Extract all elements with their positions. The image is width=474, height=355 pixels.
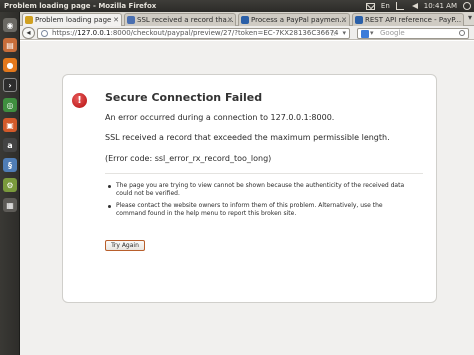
power-icon[interactable] xyxy=(463,2,471,10)
divider xyxy=(105,173,423,174)
close-tab-icon[interactable]: ✕ xyxy=(227,14,233,26)
dash-icon[interactable]: ◉ xyxy=(3,18,17,32)
amazon-icon[interactable]: a xyxy=(3,138,17,152)
clock[interactable]: 10:41 AM xyxy=(424,0,457,12)
close-tab-icon[interactable]: ✕ xyxy=(113,14,119,26)
error-detail: SSL received a record that exceeded the … xyxy=(105,133,390,142)
url-prefix: https:// xyxy=(52,29,78,37)
list-item-text: The page you are trying to view cannot b… xyxy=(116,182,405,197)
url-bar[interactable]: https://127.0.0.1:8000/checkout/paypal/p… xyxy=(37,28,350,39)
history-dropdown-icon[interactable]: ▾ xyxy=(342,29,346,38)
url-host: 127.0.0.1 xyxy=(77,29,111,37)
search-icon[interactable] xyxy=(459,30,465,36)
list-item: The page you are trying to view cannot b… xyxy=(108,182,408,198)
stackoverflow-favicon-icon xyxy=(127,16,135,24)
system-settings-icon[interactable]: ⚙ xyxy=(3,178,17,192)
tab-label: SSL received a record tha... xyxy=(137,16,234,24)
system-tray: En 10:41 AM xyxy=(365,0,471,12)
network-icon[interactable] xyxy=(395,2,404,10)
warning-favicon-icon xyxy=(25,16,33,24)
bullet-icon xyxy=(108,185,111,188)
page-content: ! Secure Connection Failed An error occu… xyxy=(20,41,474,355)
back-button[interactable]: ◂ xyxy=(22,27,35,39)
top-panel: Problem loading page - Mozilla Firefox E… xyxy=(0,0,474,12)
keyboard-layout-indicator[interactable]: En xyxy=(381,0,390,12)
bullet-icon xyxy=(108,205,111,208)
tab-label: Problem loading page xyxy=(35,16,112,24)
error-page-container: ! Secure Connection Failed An error occu… xyxy=(62,74,437,303)
volume-icon[interactable] xyxy=(410,3,418,9)
google-icon[interactable] xyxy=(361,30,369,38)
firefox-icon[interactable]: ● xyxy=(3,58,17,72)
bookmark-star-icon[interactable]: ☆ xyxy=(330,29,337,38)
tab-ssl-received[interactable]: SSL received a record tha... ✕ xyxy=(124,13,236,26)
python-icon[interactable]: § xyxy=(3,158,17,172)
tab-list-chevron-icon[interactable]: ▾ xyxy=(468,13,472,22)
mail-icon[interactable] xyxy=(365,2,375,10)
error-suggestions-list: The page you are trying to view cannot b… xyxy=(108,182,408,222)
paypal-favicon-icon xyxy=(355,16,363,24)
site-identity-icon[interactable] xyxy=(41,30,48,37)
software-center-icon[interactable]: ▣ xyxy=(3,118,17,132)
workspace-switcher-icon[interactable]: ▦ xyxy=(3,198,17,212)
search-bar[interactable]: ▾ Google xyxy=(357,28,469,39)
files-icon[interactable]: ▤ xyxy=(3,38,17,52)
tab-label: Process a PayPal paymen... xyxy=(251,16,347,24)
tab-label: REST API reference - PayP... xyxy=(365,16,462,24)
error-code: (Error code: ssl_error_rx_record_too_lon… xyxy=(105,154,272,163)
tab-bar: Problem loading page ✕ SSL received a re… xyxy=(20,12,474,26)
tab-problem-loading[interactable]: Problem loading page ✕ xyxy=(22,13,122,26)
error-alert-icon: ! xyxy=(72,93,87,108)
chrome-icon[interactable]: ◎ xyxy=(3,98,17,112)
search-engine-dropdown-icon[interactable]: ▾ xyxy=(370,29,374,38)
url-path: :8000/checkout/paypal/preview/27/?token=… xyxy=(110,29,339,37)
list-item-text: Please contact the website owners to inf… xyxy=(116,202,383,217)
terminal-icon[interactable]: › xyxy=(3,78,17,92)
error-description: An error occurred during a connection to… xyxy=(105,113,335,122)
error-title: Secure Connection Failed xyxy=(105,91,263,104)
tab-rest-api[interactable]: REST API reference - PayP... xyxy=(352,13,464,26)
navigation-bar: ◂ https://127.0.0.1:8000/checkout/paypal… xyxy=(20,26,474,40)
try-again-button[interactable]: Try Again xyxy=(105,240,145,251)
search-placeholder: Google xyxy=(380,29,405,37)
tab-paypal-payment[interactable]: Process a PayPal paymen... ✕ xyxy=(238,13,350,26)
window-title: Problem loading page - Mozilla Firefox xyxy=(4,2,157,10)
close-tab-icon[interactable]: ✕ xyxy=(341,14,347,26)
paypal-favicon-icon xyxy=(241,16,249,24)
launcher: ◉ ▤ ● › ◎ ▣ a § ⚙ ▦ xyxy=(0,12,20,355)
list-item: Please contact the website owners to inf… xyxy=(108,202,408,218)
